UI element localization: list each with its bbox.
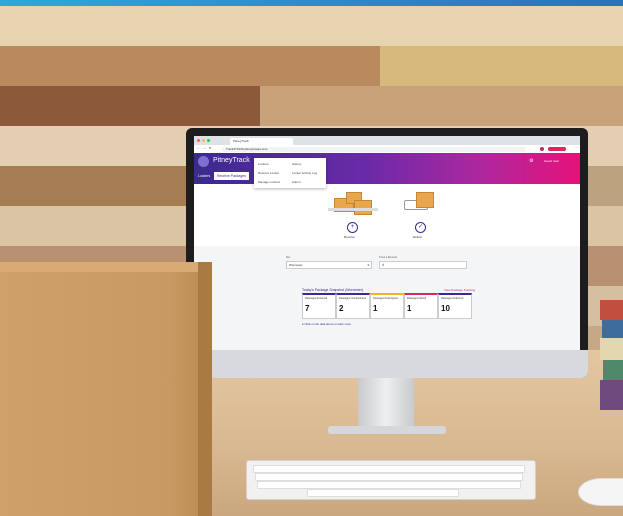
menu-item-locker-activity-log[interactable]: Locker Activity Log [292, 171, 317, 175]
user-name[interactable]: Guest User [544, 159, 559, 163]
tracking-label: Track a Barcode [379, 256, 398, 259]
app-header: PitneyTrack Lockers Receiving ⚙ Guest Us… [194, 153, 580, 171]
package-box [416, 192, 434, 208]
address-input[interactable]: Track371630.pitneybowes.com [222, 146, 526, 152]
view-package-tracking-link[interactable]: View Package Tracking [444, 288, 475, 292]
card-label: Packages Moved [407, 297, 427, 300]
pitney-logo-icon [198, 156, 209, 167]
card-packages-moved[interactable]: Packages Moved 1 [404, 293, 438, 319]
mouse [578, 478, 623, 506]
card-label: Packages Checkpointed [339, 297, 366, 300]
receive-label[interactable]: Receive [344, 235, 355, 239]
wall-plank [380, 46, 623, 87]
sidebar-item-receive-packages[interactable]: Receive Packages [214, 172, 249, 180]
keyboard-row [257, 481, 521, 489]
card-packages-received[interactable]: Packages Received 7 [302, 293, 336, 319]
back-icon[interactable]: ← [197, 146, 200, 150]
card-label: Packages Received [305, 297, 328, 300]
wall-plank [0, 86, 260, 127]
keyboard [246, 460, 536, 500]
search-panel: Site Worcester ▾ Track a Barcode ⚲ Today… [194, 246, 580, 350]
menu-item-admin[interactable]: Admin [292, 180, 301, 184]
book-stack [600, 300, 623, 410]
card-value: 7 [305, 304, 310, 313]
site-label: Site [286, 256, 291, 259]
card-value: 2 [339, 304, 344, 313]
sidebar-item-lockers[interactable]: Lockers [198, 174, 210, 178]
monitor-stand [358, 378, 414, 428]
keyboard-spacebar [307, 489, 459, 497]
card-packages-delivered[interactable]: Packages Delivered 10 [438, 293, 472, 319]
card-value: 1 [373, 304, 378, 313]
wall-plank [0, 46, 380, 87]
plus-icon[interactable]: + [347, 222, 358, 233]
info-text: Click on the data above to learn more [304, 322, 351, 326]
keyboard-row [253, 465, 525, 473]
brand-name: PitneyTrack [213, 157, 250, 164]
card-label: Packages Reassigned [373, 297, 398, 300]
info-note: ● Click on the data above to learn more [302, 322, 351, 326]
close-window-icon[interactable] [197, 139, 200, 142]
menu-item-lockers[interactable]: Lockers [258, 162, 269, 166]
forward-icon[interactable]: → [203, 146, 206, 150]
table-surface [328, 208, 378, 211]
keyboard-row [255, 473, 523, 481]
minimize-window-icon[interactable] [202, 139, 205, 142]
profile-avatar[interactable] [540, 147, 544, 151]
reload-icon[interactable]: ↻ [209, 146, 212, 150]
deliver-label[interactable]: Deliver [413, 235, 422, 239]
card-packages-checkpointed[interactable]: Packages Checkpointed 2 [336, 293, 370, 319]
monitor-screen: PitneyTrack ← → ↻ Track371630.pitneybowe… [194, 136, 580, 350]
search-icon: ⚲ [382, 263, 385, 267]
menu-item-manage-lockers[interactable]: Manage Lockers [258, 180, 280, 184]
browser-extension-badge[interactable] [548, 147, 566, 151]
section-band: Lockers Receive Packages [194, 171, 580, 184]
tracking-input[interactable]: ⚲ [379, 261, 467, 269]
monitor: PitneyTrack ← → ↻ Track371630.pitneybowe… [186, 128, 588, 378]
site-select[interactable]: Worcester ▾ [286, 261, 372, 269]
cardboard-box [0, 262, 212, 516]
browser-tab-title: PitneyTrack [233, 139, 249, 143]
card-label: Packages Delivered [441, 297, 464, 300]
maximize-window-icon[interactable] [207, 139, 210, 142]
gear-icon[interactable]: ⚙ [529, 158, 533, 164]
monitor-chin [186, 350, 588, 378]
cardboard-box-top [0, 262, 212, 272]
card-packages-reassigned[interactable]: Packages Reassigned 1 [370, 293, 404, 319]
snapshot-title: Today's Package Snapshot (Worcester) [302, 288, 364, 292]
menu-item-reserve-locker[interactable]: Reserve Locker [258, 171, 279, 175]
lockers-dropdown-menu: Lockers Reserve Locker Manage Lockers Hi… [254, 158, 326, 188]
menu-item-history[interactable]: History [292, 162, 301, 166]
site-select-value: Worcester [289, 263, 303, 267]
card-value: 10 [441, 304, 450, 313]
wall-plank [0, 166, 200, 207]
chevron-down-icon: ▾ [367, 263, 369, 267]
wall-plank [0, 6, 623, 47]
card-value: 1 [407, 304, 412, 313]
browser-tab[interactable]: PitneyTrack [230, 138, 293, 145]
check-icon[interactable]: ✓ [415, 222, 426, 233]
address-text: Track371630.pitneybowes.com [226, 146, 268, 151]
monitor-foot [328, 426, 446, 434]
wall-plank [260, 86, 623, 127]
cardboard-box-side [198, 262, 212, 516]
browser-tab-bar: PitneyTrack [194, 136, 580, 145]
